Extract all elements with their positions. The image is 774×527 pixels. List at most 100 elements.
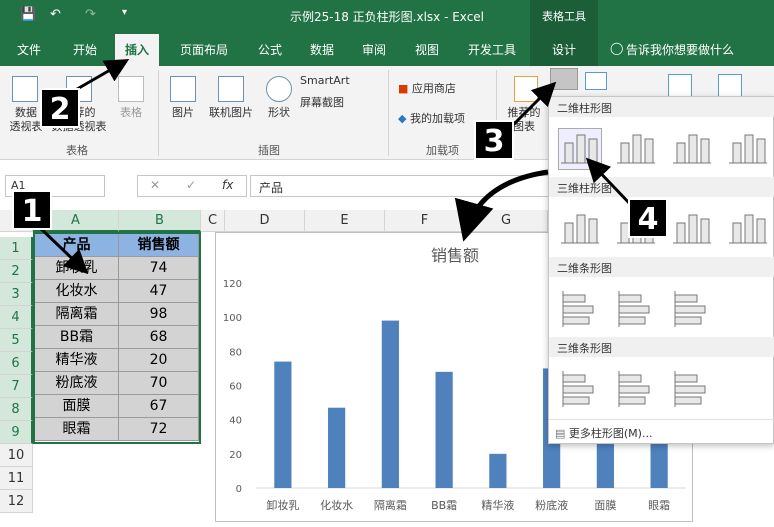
chart-type-column-3d-3[interactable] bbox=[671, 209, 713, 249]
col-header-g[interactable]: G bbox=[465, 210, 548, 232]
pivot-chart-icon[interactable] bbox=[668, 74, 692, 98]
tab-formulas[interactable]: 公式 bbox=[258, 41, 282, 58]
line-chart-icon[interactable] bbox=[585, 72, 607, 90]
row-header[interactable]: 11 bbox=[0, 467, 33, 490]
window-title: 示例25-18 正负柱形图.xlsx - Excel bbox=[289, 10, 485, 24]
row-header[interactable]: 7 bbox=[0, 375, 33, 398]
more-column-charts-button[interactable]: ▤ 更多柱形图(M)... bbox=[549, 419, 774, 445]
chart-type-bar-3[interactable] bbox=[671, 289, 713, 329]
my-addins-button[interactable]: ◆ 我的加载项 bbox=[398, 112, 482, 126]
chart-type-bar-3d-1[interactable] bbox=[559, 369, 601, 409]
x-tick-label: 粉底液 bbox=[535, 498, 568, 512]
separator bbox=[388, 70, 389, 156]
row-header[interactable]: 3 bbox=[0, 283, 33, 306]
chart-type-bar-2[interactable] bbox=[615, 289, 657, 329]
more-column-charts-label: 更多柱形图(M)... bbox=[568, 427, 653, 440]
picture-icon bbox=[170, 76, 196, 102]
chart-type-bar-3d-2[interactable] bbox=[615, 369, 657, 409]
cell-product[interactable]: 卸妆乳 bbox=[35, 257, 119, 280]
fx-icon[interactable]: fx bbox=[222, 178, 233, 192]
chart-type-column-3d-1[interactable] bbox=[559, 209, 601, 249]
row-header[interactable]: 2 bbox=[0, 260, 33, 283]
chart-type-column-3[interactable] bbox=[671, 129, 713, 169]
cell-header-sales[interactable]: 销售额 bbox=[119, 234, 199, 257]
cell-product[interactable]: 面膜 bbox=[35, 395, 119, 418]
tab-file[interactable]: 文件 bbox=[17, 41, 41, 58]
formula-input[interactable]: 产品 bbox=[250, 175, 550, 197]
row-header[interactable]: 1 bbox=[0, 237, 33, 260]
cell-sales[interactable]: 47 bbox=[119, 280, 199, 303]
tab-review[interactable]: 审阅 bbox=[362, 41, 386, 58]
col-header-b[interactable]: B bbox=[119, 210, 201, 232]
tab-insert[interactable]: 插入 bbox=[115, 34, 160, 66]
cell-product[interactable]: 隔离霜 bbox=[35, 303, 119, 326]
y-tick-label: 0 bbox=[236, 484, 242, 495]
tab-view[interactable]: 视图 bbox=[415, 41, 439, 58]
screenshot-button[interactable]: 屏幕截图 bbox=[300, 96, 380, 110]
tab-data[interactable]: 数据 bbox=[310, 41, 334, 58]
x-tick-label: 隔离霜 bbox=[374, 498, 407, 512]
cell-product[interactable]: 粉底液 bbox=[35, 372, 119, 395]
cell-product[interactable]: 化妆水 bbox=[35, 280, 119, 303]
row-header[interactable]: 8 bbox=[0, 398, 33, 421]
chart-type-column-1[interactable] bbox=[558, 128, 602, 170]
col-header-d[interactable]: D bbox=[225, 210, 305, 232]
bar bbox=[274, 361, 292, 488]
row-header[interactable]: 6 bbox=[0, 352, 33, 375]
tab-developer[interactable]: 开发工具 bbox=[468, 41, 516, 58]
step-badge-1: 1 bbox=[12, 190, 52, 230]
bar bbox=[381, 320, 399, 488]
row-header[interactable]: 4 bbox=[0, 306, 33, 329]
tell-me-input[interactable]: 告诉我你想要做什么 bbox=[626, 41, 734, 58]
picture-button[interactable]: 图片 bbox=[166, 106, 200, 120]
cell-sales[interactable]: 68 bbox=[119, 326, 199, 349]
gallery-section-3d-bar: 三维条形图 bbox=[549, 337, 774, 357]
column-chart-dropdown[interactable] bbox=[550, 68, 578, 90]
tab-design[interactable]: 设计 bbox=[552, 41, 576, 58]
bar bbox=[435, 371, 453, 488]
cell-sales[interactable]: 74 bbox=[119, 257, 199, 280]
shapes-button[interactable]: 形状 bbox=[262, 106, 296, 120]
table-button[interactable]: 表格 bbox=[116, 106, 146, 120]
recommended-charts-icon bbox=[514, 76, 538, 102]
cell-product[interactable]: 眼霜 bbox=[35, 418, 119, 441]
col-header-e[interactable]: E bbox=[305, 210, 385, 232]
cell-product[interactable]: 精华液 bbox=[35, 349, 119, 372]
shapes-icon bbox=[266, 76, 292, 102]
3d-map-icon[interactable] bbox=[718, 74, 742, 98]
x-tick-label: 眼霜 bbox=[648, 499, 670, 512]
col-header-c[interactable]: C bbox=[201, 210, 225, 232]
chart-title: 销售额 bbox=[431, 246, 479, 265]
cell-product[interactable]: BB霜 bbox=[35, 326, 119, 349]
cell-sales[interactable]: 98 bbox=[119, 303, 199, 326]
separator bbox=[158, 70, 159, 156]
tab-home[interactable]: 开始 bbox=[73, 41, 97, 58]
cell-sales[interactable]: 20 bbox=[119, 349, 199, 372]
chart-type-bar-1[interactable] bbox=[559, 289, 601, 329]
formula-buttons: ✕ ✓ fx bbox=[137, 175, 247, 197]
cell-sales[interactable]: 67 bbox=[119, 395, 199, 418]
chart-type-column-4[interactable] bbox=[727, 129, 769, 169]
col-header-f[interactable]: F bbox=[385, 210, 465, 232]
cell-header-product[interactable]: 产品 bbox=[35, 234, 119, 257]
x-tick-label: BB霜 bbox=[431, 499, 457, 512]
cell-sales[interactable]: 72 bbox=[119, 418, 199, 441]
tab-page-layout[interactable]: 页面布局 bbox=[180, 41, 228, 58]
x-tick-label: 面膜 bbox=[594, 499, 616, 512]
enter-icon[interactable]: ✓ bbox=[186, 178, 196, 192]
online-picture-button[interactable]: 联机图片 bbox=[203, 106, 259, 120]
store-button[interactable]: ■ 应用商店 bbox=[398, 82, 478, 96]
chart-type-column-2[interactable] bbox=[615, 129, 657, 169]
cancel-icon[interactable]: ✕ bbox=[150, 178, 160, 192]
chart-type-column-3d-4[interactable] bbox=[727, 209, 769, 249]
smartart-button[interactable]: SmartArt bbox=[300, 74, 380, 88]
row-header[interactable]: 9 bbox=[0, 421, 33, 444]
row-header[interactable]: 5 bbox=[0, 329, 33, 352]
cell-sales[interactable]: 70 bbox=[119, 372, 199, 395]
store-icon: ■ bbox=[398, 82, 412, 95]
bar bbox=[328, 407, 346, 488]
ribbon-tabs: 文件 开始 插入 页面布局 公式 数据 审阅 视图 开发工具 设计 ◯ 告诉我你… bbox=[0, 32, 774, 66]
chart-type-bar-3d-3[interactable] bbox=[671, 369, 713, 409]
row-header[interactable]: 12 bbox=[0, 490, 33, 513]
row-header[interactable]: 10 bbox=[0, 444, 33, 467]
